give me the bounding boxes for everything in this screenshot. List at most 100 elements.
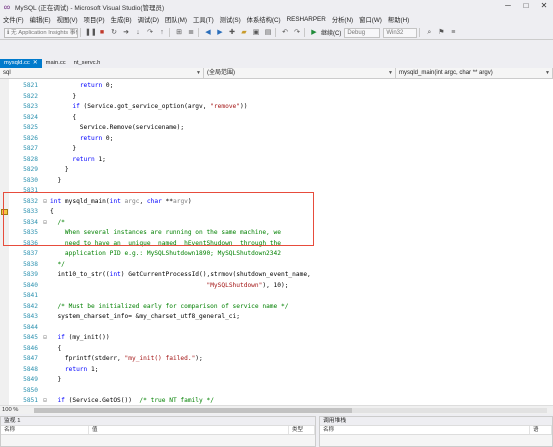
tab-nt-servc-h[interactable]: nt_servc.h (70, 59, 105, 68)
undo-icon[interactable]: ↶ (280, 28, 290, 38)
code-line[interactable]: 5844 (0, 323, 553, 334)
redo-icon[interactable]: ↷ (292, 28, 302, 38)
menu-edit[interactable]: 编辑(E) (27, 15, 54, 24)
collapse-icon[interactable]: ⊟ (41, 396, 49, 405)
menu-project[interactable]: 项目(P) (81, 15, 108, 24)
code-line[interactable]: 5846 { (0, 344, 553, 355)
tab-mysqld-cc[interactable]: mysqld.cc ✕ (0, 59, 42, 68)
scrollbar-thumb[interactable] (34, 407, 353, 413)
bookmark-icon[interactable]: ⚑ (436, 28, 446, 38)
code-line[interactable]: 5828 return 1; (0, 155, 553, 166)
continue-icon[interactable]: ▶ (309, 28, 319, 38)
code-line[interactable]: 5827 } (0, 144, 553, 155)
collapse-icon[interactable]: ⊟ (41, 218, 49, 229)
back-icon[interactable]: ◀ (203, 28, 213, 38)
column-name[interactable]: 名称 (1, 426, 89, 434)
menu-tools[interactable]: 工具(T) (190, 15, 217, 24)
application-insights-button[interactable]: ℹ 无 Application Insights 事件 (4, 27, 78, 38)
menu-analyze[interactable]: 分析(N) (329, 15, 356, 24)
solution-configuration-select[interactable]: Debug (344, 27, 381, 38)
step-into-icon[interactable]: ↓ (133, 28, 143, 38)
call-stack-panel-title[interactable]: 调用堆栈 (320, 417, 552, 426)
column-value[interactable]: 值 (89, 426, 289, 434)
line-number: 5842 (23, 302, 38, 310)
horizontal-scrollbar[interactable] (34, 407, 547, 413)
code-line[interactable]: 5851 ⊟ if (Service.GetOS()) /* true NT fa… (0, 396, 553, 405)
continue-button[interactable]: 继续(C) (321, 28, 341, 37)
code-line[interactable]: 5836 need to have an unique named hEvent… (0, 239, 553, 250)
code-line[interactable]: 5845 ⊟ if (my_init()) (0, 333, 553, 344)
toolbar-separator (198, 28, 199, 37)
restart-icon[interactable]: ↻ (109, 28, 119, 38)
stop-icon[interactable]: ■ (97, 28, 107, 38)
code-line[interactable]: 5848 return 1; (0, 365, 553, 376)
step-over-icon[interactable]: ↷ (145, 28, 155, 38)
code-line[interactable]: 5841 (0, 291, 553, 302)
step-out-icon[interactable]: ↑ (157, 28, 167, 38)
menu-help[interactable]: 帮助(H) (385, 15, 412, 24)
pause-icon[interactable]: ❚❚ (85, 28, 97, 38)
code-line[interactable]: 5822 } (0, 92, 553, 103)
code-line[interactable]: 5837 application PID e.g.: MySQLShutdown… (0, 249, 553, 260)
code-line[interactable]: 5821 return 0; (0, 81, 553, 92)
code-line[interactable]: 5832 ⊟ int mysqld_main(int argc, char **ar… (0, 197, 553, 208)
open-file-icon[interactable]: ▰ (239, 28, 249, 38)
function-select[interactable]: mysqld_main(int argc, char ** argv) ▼ (396, 68, 553, 79)
comment-icon[interactable]: ≡ (448, 28, 458, 38)
new-project-icon[interactable]: ✚ (227, 28, 237, 38)
code-line[interactable]: 5850 (0, 386, 553, 397)
menu-debug[interactable]: 调试(D) (135, 15, 162, 24)
code-line[interactable]: 5833 { (0, 207, 553, 218)
maximize-button[interactable]: □ (517, 0, 535, 12)
scope-select[interactable]: (全局范围) ▼ (204, 68, 396, 79)
collapse-icon[interactable]: ⊟ (41, 333, 49, 344)
code-line[interactable]: 5825 Service.Remove(servicename); (0, 123, 553, 134)
code-line[interactable]: 5829 } (0, 165, 553, 176)
code-line[interactable]: 5826 return 0; (0, 134, 553, 145)
code-line[interactable]: 5838 */ (0, 260, 553, 271)
watch-panel-title[interactable]: 监视 1 (1, 417, 315, 426)
menu-window[interactable]: 窗口(W) (356, 15, 385, 24)
code-line[interactable]: 5849 } (0, 375, 553, 386)
code-line[interactable]: 5847 fprintf(stderr, "my_init() failed."… (0, 354, 553, 365)
project-select[interactable]: sql ▼ (0, 68, 204, 79)
threads-icon[interactable]: ≣ (186, 28, 196, 38)
code-line[interactable]: 5843 system_charset_info= &my_charset_ut… (0, 312, 553, 323)
menu-view[interactable]: 视图(V) (54, 15, 81, 24)
code-line[interactable]: 5840 "MySQLShutdown"), 10); (0, 281, 553, 292)
minimize-button[interactable]: ─ (499, 0, 517, 12)
tab-main-cc[interactable]: main.cc (42, 59, 70, 68)
forward-icon[interactable]: ▶ (215, 28, 225, 38)
solution-platform-select[interactable]: Win32 (383, 27, 418, 38)
code-line[interactable]: 5835 When several instances are running … (0, 228, 553, 239)
collapse-icon[interactable]: ⊟ (41, 197, 49, 208)
code-editor[interactable]: 5821 return 0; 5822 } 5823 if (Service.got… (0, 79, 553, 405)
column-language[interactable]: 语 (530, 426, 552, 434)
close-button[interactable]: ✕ (535, 0, 553, 12)
show-next-statement-icon[interactable]: ➜ (121, 28, 131, 38)
save-all-icon[interactable]: ▤ (263, 28, 273, 38)
code-line[interactable]: 5842 /* Must be initialized early for co… (0, 302, 553, 313)
menu-file[interactable]: 文件(F) (0, 15, 27, 24)
code-line[interactable]: 5830 } (0, 176, 553, 187)
code-line[interactable]: 5831 (0, 186, 553, 197)
menu-build[interactable]: 生成(B) (108, 15, 135, 24)
save-icon[interactable]: ▣ (251, 28, 261, 38)
column-type[interactable]: 类型 (289, 426, 315, 434)
menu-architecture[interactable]: 体系结构(C) (244, 15, 284, 24)
menu-test[interactable]: 测试(S) (217, 15, 244, 24)
code-line[interactable]: 5834 ⊟ /* (0, 218, 553, 229)
menu-team[interactable]: 团队(M) (162, 15, 190, 24)
code-line[interactable]: 5824 { (0, 113, 553, 124)
hex-icon[interactable]: ⊞ (174, 28, 184, 38)
code-line[interactable]: 5839 int10_to_str((int) GetCurrentProces… (0, 270, 553, 281)
find-icon[interactable]: ⌕ (424, 28, 434, 38)
code-line[interactable]: 5823 if (Service.got_service_option(argv… (0, 102, 553, 113)
column-name[interactable]: 名称 (320, 426, 530, 434)
menu-resharper[interactable]: RESHARPER (284, 16, 329, 23)
zoom-level[interactable]: 100 % (0, 407, 28, 413)
bookmark-icon[interactable] (1, 209, 8, 215)
visual-studio-logo-icon: ∞ (3, 2, 11, 12)
close-tab-icon[interactable]: ✕ (33, 60, 38, 66)
